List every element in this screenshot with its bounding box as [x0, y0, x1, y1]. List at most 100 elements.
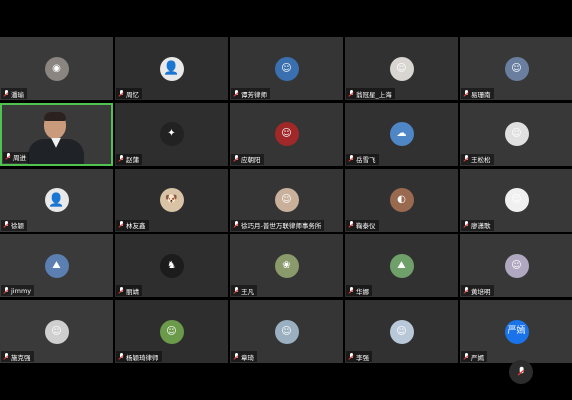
avatar: ☺: [274, 319, 299, 344]
participant-name: 周进: [13, 154, 26, 163]
participant-name: 潘瑜: [11, 90, 24, 99]
participant-name-label: 潘瑜: [1, 88, 27, 99]
participant-tile[interactable]: ☁ 岳雪飞: [345, 102, 458, 166]
participant-name: 岳雪飞: [356, 156, 376, 165]
avatar: ♞: [159, 253, 184, 278]
participant-tile[interactable]: ☺ 黄培明: [460, 234, 572, 298]
avatar: ☺: [159, 319, 184, 344]
avatar: ☺: [274, 188, 299, 212]
participant-tile[interactable]: 🐶 林友鑫: [115, 168, 228, 232]
participant-tile[interactable]: ❀ 王凡: [230, 234, 343, 298]
avatar-glyph: ♞: [167, 259, 176, 271]
avatar-glyph: 严嫣: [507, 326, 526, 336]
microphone-muted-icon: [348, 155, 354, 163]
microphone-muted-icon: [3, 352, 9, 361]
microphone-muted-icon: [118, 89, 124, 98]
participant-tile[interactable]: ☺ 徐巧月-普世万联律师事务所: [230, 168, 343, 232]
avatar-glyph: ⛰: [397, 259, 406, 271]
microphone-muted-icon: [233, 286, 239, 295]
avatar: ⛰: [389, 253, 414, 278]
participant-tile[interactable]: ☺ 杨颖琦律师: [115, 300, 228, 363]
participant-tile[interactable]: ✦ 赵蒲: [115, 102, 228, 166]
microphone-muted-icon: [463, 352, 469, 361]
microphone-muted-icon: [233, 352, 239, 361]
participant-tile[interactable]: ◉ 潘瑜: [0, 37, 113, 100]
participant-name-label: 廖潇歌: [461, 219, 494, 231]
participant-name: 严嫣: [471, 353, 484, 362]
avatar: ⛰: [44, 253, 69, 278]
avatar-glyph: ☺: [281, 128, 292, 140]
microphone-muted-icon: [118, 352, 124, 361]
participant-tile[interactable]: ☺ 章琦: [230, 300, 343, 363]
participant-name: jimmy: [11, 286, 32, 295]
microphone-toggle-button[interactable]: [509, 360, 533, 384]
participant-name-label: 徐颖: [1, 219, 27, 231]
participant-tile[interactable]: 周进: [0, 102, 113, 166]
participant-name-label: 赵蒲: [116, 153, 142, 165]
participant-name: 周忆: [126, 90, 139, 99]
avatar-glyph: ❀: [282, 259, 291, 271]
participant-name-label: 杨颖琦律师: [116, 351, 162, 362]
avatar: ☺: [274, 122, 299, 147]
participant-tile[interactable]: ☺ 李强: [345, 300, 458, 363]
participant-tile[interactable]: ☺ 王松松: [460, 102, 572, 166]
microphone-muted-icon: [348, 89, 354, 98]
avatar: ☁: [389, 122, 414, 147]
avatar-glyph: 👤: [163, 61, 180, 76]
participant-name: 丽靖: [126, 287, 139, 296]
microphone-muted-icon: [5, 153, 11, 161]
avatar-glyph: ☺: [281, 62, 292, 74]
participant-tile[interactable]: 👤 周忆: [115, 37, 228, 100]
participant-name-label: 谭芳律师: [231, 88, 270, 99]
participant-name-label: 周忆: [116, 88, 142, 99]
participant-tile[interactable]: ☺ 易珊南: [460, 37, 572, 100]
microphone-muted-icon: [3, 89, 9, 98]
default-avatar-icon: 👤: [44, 188, 69, 212]
participant-tile[interactable]: ☺ 翁冠星_上海: [345, 37, 458, 100]
participant-name-label: 华娜: [346, 285, 372, 297]
participant-tile[interactable]: 严嫣 严嫣: [460, 300, 572, 363]
participant-name-label: 周进: [3, 151, 29, 163]
participant-name-label: 李强: [346, 351, 372, 362]
participant-tile[interactable]: ⛰ 华娜: [345, 234, 458, 298]
avatar: 严嫣: [504, 319, 529, 344]
avatar-glyph: ◐: [397, 194, 406, 205]
participant-name-label: 王松松: [461, 153, 494, 165]
participant-name-label: jimmy: [1, 285, 35, 297]
participant-name-label: 岳雪飞: [346, 153, 379, 165]
participant-name-label: 黄培明: [461, 285, 494, 297]
participant-tile[interactable]: ☺ 廖潇歌: [460, 168, 572, 232]
participant-name: 赵蒲: [126, 156, 139, 165]
microphone-muted-icon: [517, 366, 525, 377]
participant-tile[interactable]: ☺ 施克强: [0, 300, 113, 363]
participant-tile[interactable]: ◐ 鞠泰仪: [345, 168, 458, 232]
participant-name-label: 鞠泰仪: [346, 219, 379, 231]
participant-tile[interactable]: ⛰ jimmy: [0, 234, 113, 298]
participant-name: 徐巧月-普世万联律师事务所: [241, 222, 322, 230]
participant-name: 徐颖: [11, 222, 24, 230]
avatar-glyph: ☁: [396, 128, 407, 140]
microphone-muted-icon: [463, 286, 469, 295]
participant-tile[interactable]: ♞ 丽靖: [115, 234, 228, 298]
participant-name: 华娜: [356, 287, 369, 296]
avatar-glyph: ☺: [511, 194, 522, 205]
participant-tile[interactable]: ☺ 谭芳律师: [230, 37, 343, 100]
avatar: ☺: [389, 319, 414, 344]
avatar-glyph: 👤: [48, 192, 65, 208]
participant-name: 王凡: [241, 287, 254, 296]
participant-tile[interactable]: 👤 徐颖: [0, 168, 113, 232]
microphone-muted-icon: [118, 155, 124, 163]
participant-tile[interactable]: ☺ 应朝阳: [230, 102, 343, 166]
avatar: ☺: [504, 56, 529, 81]
avatar-glyph: ☺: [281, 325, 292, 337]
avatar-glyph: ☺: [166, 325, 177, 337]
participant-name: 廖潇歌: [471, 222, 491, 230]
participant-name: 李强: [356, 353, 369, 362]
avatar-glyph: ☺: [51, 325, 62, 337]
avatar-glyph: ☺: [281, 194, 292, 205]
microphone-muted-icon: [348, 352, 354, 361]
avatar: ☺: [274, 56, 299, 81]
avatar-glyph: ☺: [396, 325, 407, 337]
avatar: ☺: [504, 253, 529, 278]
microphone-muted-icon: [3, 221, 9, 229]
